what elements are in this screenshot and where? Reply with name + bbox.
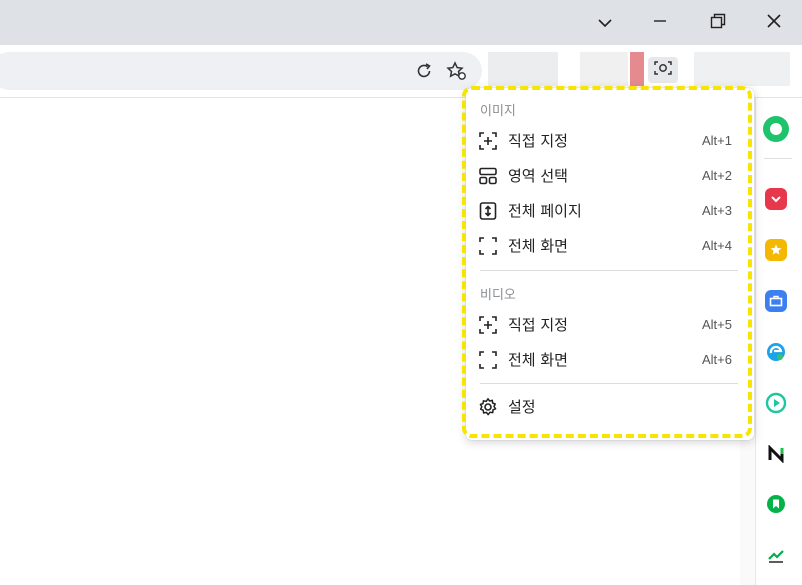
star-icon[interactable] xyxy=(765,239,787,261)
pocket-icon[interactable] xyxy=(765,188,787,210)
section-title-image: 이미지 xyxy=(480,104,516,119)
menu-item-video-select-area[interactable]: 직접 지정 Alt+5 xyxy=(466,308,754,342)
extension-icons-blurred-2 xyxy=(580,52,628,86)
sidebar-divider xyxy=(764,158,792,159)
menu-divider xyxy=(480,270,738,271)
menu-item-label: 영역 선택 xyxy=(508,167,568,185)
section-title-video: 비디오 xyxy=(480,288,516,303)
extension-icon-red xyxy=(630,52,644,86)
menu-divider xyxy=(480,383,738,384)
restore-icon xyxy=(710,13,726,33)
region-icon xyxy=(478,166,498,186)
shortcut-label: Alt+1 xyxy=(702,133,732,148)
screenshot-button[interactable] xyxy=(648,57,678,83)
play-icon[interactable] xyxy=(765,392,787,414)
gear-icon xyxy=(478,397,498,417)
select-area-icon xyxy=(478,315,498,335)
menu-item-image-full-page[interactable]: 전체 페이지 Alt+3 xyxy=(466,194,754,228)
shortcut-label: Alt+2 xyxy=(702,168,732,183)
shortcut-label: Alt+5 xyxy=(702,317,732,332)
green-circle-icon[interactable] xyxy=(763,116,789,142)
menu-item-label: 설정 xyxy=(508,398,536,416)
close-icon xyxy=(766,13,782,33)
toolbox-icon[interactable] xyxy=(765,290,787,312)
menu-item-settings[interactable]: 설정 xyxy=(466,390,754,424)
menu-item-image-select-area[interactable]: 직접 지정 Alt+1 xyxy=(466,124,754,158)
minimize-button[interactable] xyxy=(632,0,688,45)
sidebar xyxy=(755,98,802,585)
title-bar xyxy=(0,0,802,46)
screenshot-icon xyxy=(653,59,673,81)
chart-icon[interactable] xyxy=(765,544,787,566)
minimize-icon xyxy=(653,13,667,32)
edge-icon[interactable] xyxy=(765,341,787,363)
address-bar[interactable] xyxy=(0,52,482,90)
restore-button[interactable] xyxy=(690,0,746,45)
full-page-icon xyxy=(478,201,498,221)
menu-item-label: 전체 화면 xyxy=(508,351,568,369)
menu-item-image-region[interactable]: 영역 선택 Alt+2 xyxy=(466,159,754,193)
shortcut-label: Alt+3 xyxy=(702,203,732,218)
shortcut-label: Alt+6 xyxy=(702,352,732,367)
screenshot-menu: 이미지 직접 지정 Alt+1 영역 선택 Alt+2 전체 페이지 Alt+3… xyxy=(466,88,754,440)
full-screen-icon xyxy=(478,236,498,256)
shortcut-label: Alt+4 xyxy=(702,238,732,253)
menu-item-label: 직접 지정 xyxy=(508,132,568,150)
menu-item-image-full-screen[interactable]: 전체 화면 Alt+4 xyxy=(466,229,754,263)
extension-icons-blurred xyxy=(488,52,558,86)
menu-item-video-full-screen[interactable]: 전체 화면 Alt+6 xyxy=(466,343,754,377)
select-area-icon xyxy=(478,131,498,151)
reload-icon[interactable] xyxy=(411,58,437,84)
n-icon[interactable] xyxy=(765,443,787,465)
menu-item-label: 전체 페이지 xyxy=(508,202,582,220)
bookmark-icon[interactable] xyxy=(765,493,787,515)
close-button[interactable] xyxy=(746,0,802,45)
favorite-icon[interactable] xyxy=(444,58,470,84)
tab-list-button[interactable] xyxy=(577,0,633,45)
menu-item-label: 전체 화면 xyxy=(508,237,568,255)
full-screen-icon xyxy=(478,350,498,370)
profile-area-blurred xyxy=(694,52,790,86)
chevron-down-icon xyxy=(597,13,613,32)
menu-item-label: 직접 지정 xyxy=(508,316,568,334)
